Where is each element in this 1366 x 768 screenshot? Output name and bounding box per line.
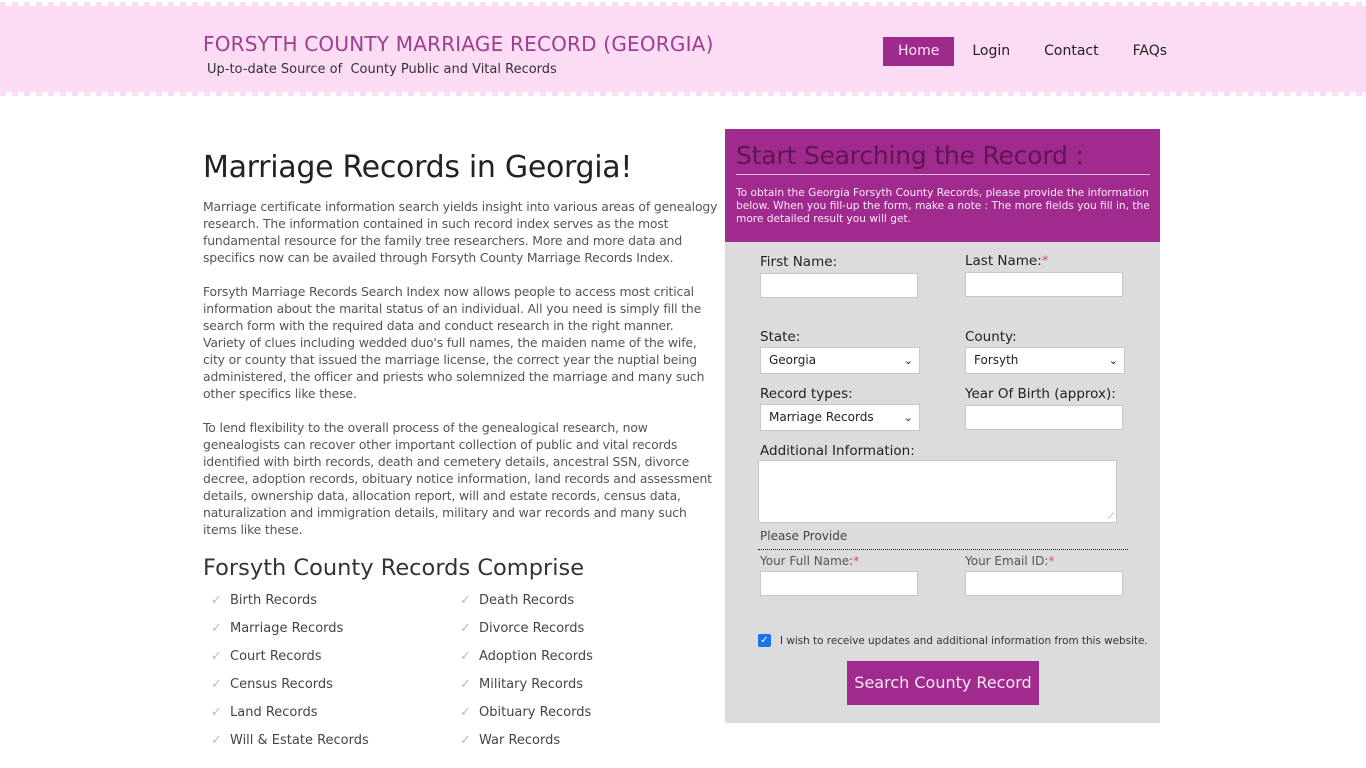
check-icon: ✓: [211, 705, 222, 720]
record-type-label: Military Records: [479, 677, 583, 692]
record-type-label: War Records: [479, 733, 561, 748]
list-item: ✓ Military Records: [460, 675, 709, 703]
full-name-group: Your Full Name:*: [760, 554, 918, 596]
list-item: ✓ Court Records: [211, 647, 460, 675]
record-type-label: Divorce Records: [479, 621, 585, 636]
record-type-label: Land Records: [230, 705, 318, 720]
record-type-label: Court Records: [230, 649, 322, 664]
state-label: State:: [760, 329, 801, 345]
check-icon: ✓: [460, 621, 471, 636]
check-icon: ✓: [211, 593, 222, 608]
first-name-group: First Name:: [760, 254, 918, 298]
intro-paragraph-1: Marriage certificate information search …: [203, 199, 718, 265]
state-group: State: Georgia ⌄: [760, 329, 920, 374]
page-heading: Marriage Records in Georgia!: [203, 150, 633, 185]
list-item: ✓ Land Records: [211, 703, 460, 731]
chevron-down-icon: ⌄: [903, 411, 913, 424]
year-of-birth-group: Year Of Birth (approx):: [965, 386, 1123, 430]
list-item: ✓ Death Records: [460, 591, 709, 619]
last-name-group: Last Name:*: [965, 253, 1123, 297]
nav-login[interactable]: Login: [956, 37, 1026, 66]
record-type-label: Will & Estate Records: [230, 733, 369, 748]
first-name-label: First Name:: [760, 254, 838, 270]
email-label: Your Email ID:: [965, 554, 1049, 568]
required-marker: *: [853, 554, 860, 568]
please-provide-label: Please Provide: [760, 529, 848, 543]
form-header: Start Searching the Record : To obtain t…: [725, 129, 1160, 242]
form-title: Start Searching the Record :: [736, 141, 1150, 175]
record-type-label: Birth Records: [230, 593, 318, 608]
nav-faqs[interactable]: FAQs: [1117, 37, 1183, 66]
search-county-record-button[interactable]: Search County Record: [847, 661, 1039, 705]
list-item: ✓ Obituary Records: [460, 703, 709, 731]
divider: [758, 549, 1128, 550]
resize-grip-icon[interactable]: ⟋: [1108, 512, 1114, 522]
record-types-selected-value: Marriage Records: [769, 410, 874, 424]
record-type-label: Obituary Records: [479, 705, 592, 720]
email-group: Your Email ID:*: [965, 554, 1123, 596]
check-icon: ✓: [460, 677, 471, 692]
record-types-label: Record types:: [760, 386, 853, 402]
record-type-label: Marriage Records: [230, 621, 344, 636]
list-item: ✓ Birth Records: [211, 591, 460, 619]
record-type-label: Adoption Records: [479, 649, 593, 664]
email-input[interactable]: [965, 571, 1123, 596]
check-icon: ✓: [460, 649, 471, 664]
record-type-label: Death Records: [479, 593, 575, 608]
first-name-input[interactable]: [760, 273, 918, 298]
list-item: ✓ Marriage Records: [211, 619, 460, 647]
county-select[interactable]: Forsyth ⌄: [965, 347, 1125, 374]
records-heading: Forsyth County Records Comprise: [203, 555, 585, 581]
list-item: ✓ Will & Estate Records: [211, 731, 460, 759]
site-title[interactable]: FORSYTH COUNTY MARRIAGE RECORD (GEORGIA): [203, 32, 714, 56]
last-name-input[interactable]: [965, 272, 1123, 297]
check-icon: ✓: [460, 593, 471, 608]
check-icon: ✓: [460, 733, 471, 748]
form-intro: To obtain the Georgia Forsyth County Rec…: [736, 187, 1150, 225]
nav-contact[interactable]: Contact: [1028, 37, 1114, 66]
county-selected-value: Forsyth: [974, 353, 1019, 367]
list-item: ✓ Divorce Records: [460, 619, 709, 647]
additional-info-textarea[interactable]: ⟋: [758, 460, 1117, 523]
check-icon: ✓: [211, 733, 222, 748]
site-tagline: Up-to-date Source of County Public and V…: [207, 62, 557, 77]
check-icon: ✓: [460, 705, 471, 720]
nav-home[interactable]: Home: [883, 37, 955, 66]
full-name-label: Your Full Name:: [760, 554, 854, 568]
intro-paragraph-3: To lend flexibility to the overall proce…: [203, 420, 712, 537]
chevron-down-icon: ⌄: [1108, 354, 1118, 367]
record-types-select[interactable]: Marriage Records ⌄: [760, 404, 920, 431]
record-type-label: Census Records: [230, 677, 333, 692]
year-of-birth-input[interactable]: [965, 405, 1123, 430]
check-icon: ✓: [211, 649, 222, 664]
search-form: Start Searching the Record : To obtain t…: [725, 129, 1160, 723]
list-item: ✓ Adoption Records: [460, 647, 709, 675]
records-list: ✓ Birth Records ✓ Death Records ✓ Marriage …: [211, 591, 718, 759]
chevron-down-icon: ⌄: [903, 354, 913, 367]
county-label: County:: [965, 329, 1017, 345]
main-content: Marriage Records in Georgia! Marriage ce…: [203, 150, 718, 759]
year-of-birth-label: Year Of Birth (approx):: [965, 386, 1116, 402]
intro-paragraph-2: Forsyth Marriage Records Search Index no…: [203, 284, 705, 401]
state-selected-value: Georgia: [769, 353, 817, 367]
site-header: FORSYTH COUNTY MARRIAGE RECORD (GEORGIA)…: [0, 2, 1366, 96]
optin-label: I wish to receive updates and additional…: [780, 634, 1148, 647]
required-marker: *: [1041, 253, 1049, 269]
additional-info-group: Additional Information:: [760, 443, 915, 459]
list-item: ✓ Census Records: [211, 675, 460, 703]
optin-row: ✓ I wish to receive updates and addition…: [758, 634, 1148, 647]
full-name-input[interactable]: [760, 571, 918, 596]
record-types-group: Record types: Marriage Records ⌄: [760, 386, 920, 431]
county-group: County: Forsyth ⌄: [965, 329, 1125, 374]
required-marker: *: [1048, 554, 1055, 568]
check-icon: ✓: [211, 677, 222, 692]
main-nav: Home Login Contact FAQs: [883, 37, 1185, 66]
state-select[interactable]: Georgia ⌄: [760, 347, 920, 374]
last-name-label: Last Name:: [965, 253, 1042, 269]
optin-checkbox[interactable]: ✓: [758, 634, 771, 647]
additional-info-label: Additional Information:: [760, 443, 915, 459]
check-icon: ✓: [211, 621, 222, 636]
list-item: ✓ War Records: [460, 731, 709, 759]
